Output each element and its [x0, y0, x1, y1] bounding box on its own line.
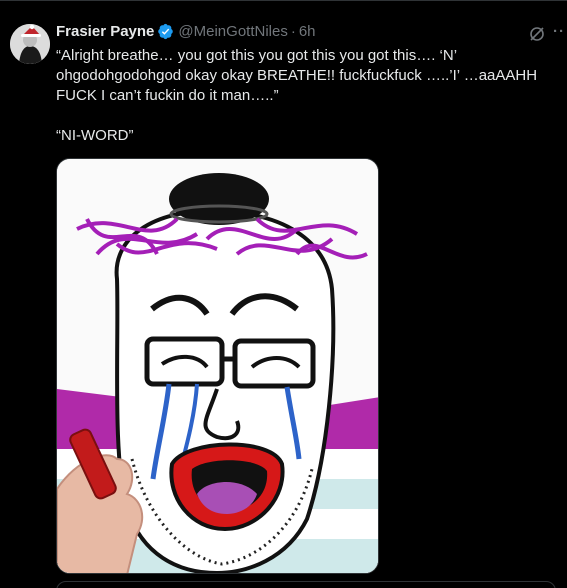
timestamp[interactable]: 6h [299, 23, 316, 40]
verified-badge-icon [158, 23, 174, 40]
tweet-text: “Alright breathe… you got this you got t… [56, 46, 556, 146]
separator-dot: · [290, 23, 296, 40]
drawing-illustration [57, 159, 378, 573]
avatar[interactable] [10, 24, 50, 64]
handle[interactable]: @MeinGottNiles [178, 23, 287, 40]
tweet-media-image[interactable] [56, 158, 379, 574]
quoted-post-card[interactable] [56, 581, 556, 588]
avatar-image [10, 24, 50, 64]
tweet-text-paragraph-2: “NI-WORD” [56, 127, 134, 144]
tweet-text-paragraph-1: “Alright breathe… you got this you got t… [56, 47, 538, 104]
grok-icon[interactable] [529, 26, 545, 42]
tweet[interactable]: Frasier Payne @MeinGottNiles · 6h ·· “Al… [0, 0, 567, 588]
display-name[interactable]: Frasier Payne [56, 23, 154, 40]
tweet-header: Frasier Payne @MeinGottNiles · 6h [56, 23, 316, 40]
more-icon[interactable]: ·· [553, 23, 565, 40]
